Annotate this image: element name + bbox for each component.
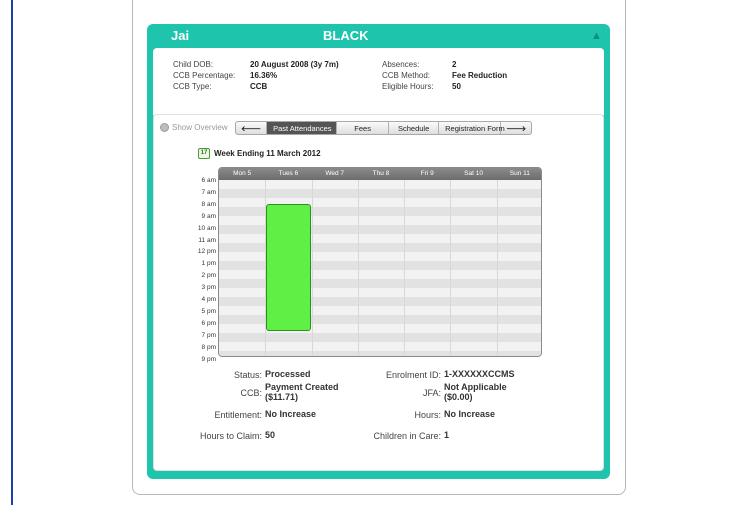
tab-past-attendances[interactable]: Past Attendances: [267, 122, 338, 134]
hour-label: 7 pm: [201, 331, 216, 339]
hour-label: 9 am: [201, 212, 216, 220]
day-header: Thu 8: [372, 170, 390, 177]
jfa-label: JFA:: [422, 388, 441, 398]
day-header: Tues 6: [278, 170, 299, 177]
hour-label: 8 am: [201, 200, 216, 208]
absences-value: 2: [452, 60, 457, 69]
entitlement-label: Entitlement:: [214, 410, 262, 420]
day-header-row: Mon 5 Tues 6 Wed 7 Thu 8 Fri 9 Sat 10 Sun 11: [219, 168, 541, 180]
child-last-name: BLACK: [323, 28, 369, 43]
hours-to-claim-value: 50: [265, 430, 276, 440]
hour-label: 12 pm: [197, 248, 216, 256]
ccb-method-label: CCB Method:: [382, 71, 431, 80]
card-header: Jai BLACK ▲: [147, 24, 610, 46]
child-info-panel: Child DOB: 20 August 2008 (3y 7m) CCB Pe…: [153, 48, 604, 118]
day-header: Sun 11: [509, 170, 530, 177]
column-divider: [404, 180, 406, 356]
tab-bar: 🡐 Past Attendances Fees Schedule Registr…: [235, 121, 533, 135]
day-header: Mon 5: [233, 170, 252, 177]
grid-row: [219, 351, 541, 356]
entitlement-value: No Increase: [265, 409, 317, 419]
ccb-type-label: CCB Type:: [173, 82, 212, 91]
day-header: Wed 7: [325, 170, 345, 177]
grid-row: [219, 342, 541, 351]
ccb-type-value: CCB: [250, 82, 268, 91]
hours-label: Hours:: [414, 410, 441, 420]
next-arrow-icon[interactable]: 🡒: [501, 122, 531, 134]
hour-label: 6 am: [201, 177, 216, 184]
column-divider: [357, 180, 359, 356]
column-divider: [450, 180, 452, 356]
column-divider: [311, 180, 313, 356]
hour-label: 9 pm: [201, 355, 216, 363]
calendar-icon: 17: [198, 148, 210, 159]
eligible-hours-value: 50: [452, 82, 461, 91]
dob-label: Child DOB:: [173, 60, 214, 69]
attendance-panel: Show Overview 🡐 Past Attendances Fees Sc…: [153, 114, 604, 471]
hour-label: 11 am: [198, 236, 216, 244]
day-header: Sat 10: [464, 170, 483, 177]
children-in-care-label: Children in Care:: [373, 431, 441, 441]
overview-circle-icon: [160, 123, 169, 132]
tab-schedule[interactable]: Schedule: [389, 122, 440, 134]
tab-toolbar: Show Overview 🡐 Past Attendances Fees Sc…: [160, 121, 600, 137]
show-overview-label: Show Overview: [172, 123, 228, 132]
hour-label: 1 pm: [201, 260, 216, 268]
left-border-bar: [11, 0, 13, 505]
ccb-percentage-value: 16.36%: [250, 71, 278, 80]
collapse-arrow-icon[interactable]: ▲: [591, 30, 602, 42]
column-divider: [496, 180, 498, 356]
jfa-value-line1: Not Applicable: [444, 382, 507, 392]
hours-to-claim-label: Hours to Claim:: [199, 431, 262, 441]
child-first-name: Jai: [171, 28, 190, 43]
grid-row: [219, 189, 541, 198]
grid-row: [219, 333, 541, 342]
hour-label: 10 am: [197, 224, 216, 232]
ccb-method-value: Fee Reduction: [452, 71, 508, 80]
eligible-hours-label: Eligible Hours:: [382, 82, 434, 91]
week-heading: 17 Week Ending 11 March 2012: [198, 148, 321, 159]
day-header: Fri 9: [420, 170, 434, 177]
dob-value: 20 August 2008 (3y 7m): [250, 60, 339, 69]
status-value: Processed: [265, 369, 311, 379]
show-overview-toggle[interactable]: Show Overview: [160, 123, 228, 132]
prev-arrow-icon[interactable]: 🡐: [236, 122, 268, 134]
hour-label: 5 pm: [201, 307, 216, 315]
hour-label: 6 pm: [201, 319, 216, 327]
ccb-value-line1: Payment Created: [265, 382, 339, 392]
hour-label: 8 pm: [201, 343, 216, 351]
grid-row: [219, 180, 541, 189]
week-ending-label: Week Ending 11 March 2012: [214, 149, 321, 158]
hour-label: 7 am: [201, 188, 216, 196]
children-in-care-value: 1: [444, 430, 450, 440]
enrolment-id-value: 1-XXXXXXCCMS: [444, 369, 515, 379]
attendance-block[interactable]: [266, 203, 311, 331]
child-card: Jai BLACK ▲ Child DOB: 20 August 2008 (3…: [147, 24, 610, 479]
ccb-label: CCB:: [240, 388, 262, 398]
tab-registration-form[interactable]: Registration Form: [439, 122, 505, 134]
jfa-value-line2: ($0.00): [444, 392, 473, 402]
ccb-value-line2: ($11.71): [265, 392, 299, 402]
hours-value: No Increase: [444, 409, 496, 419]
hour-label: 4 pm: [201, 296, 216, 303]
absences-label: Absences:: [382, 60, 420, 69]
enrolment-id-label: Enrolment ID:: [385, 370, 441, 380]
tab-fees[interactable]: Fees: [337, 122, 390, 134]
hour-label: 2 pm: [201, 272, 216, 280]
ccb-percentage-label: CCB Percentage:: [173, 71, 236, 80]
attendance-grid: Mon 5 Tues 6 Wed 7 Thu 8 Fri 9 Sat 10 Sun 11: [218, 167, 542, 357]
status-label: Status:: [233, 370, 262, 380]
hour-label: 3 pm: [201, 284, 216, 292]
